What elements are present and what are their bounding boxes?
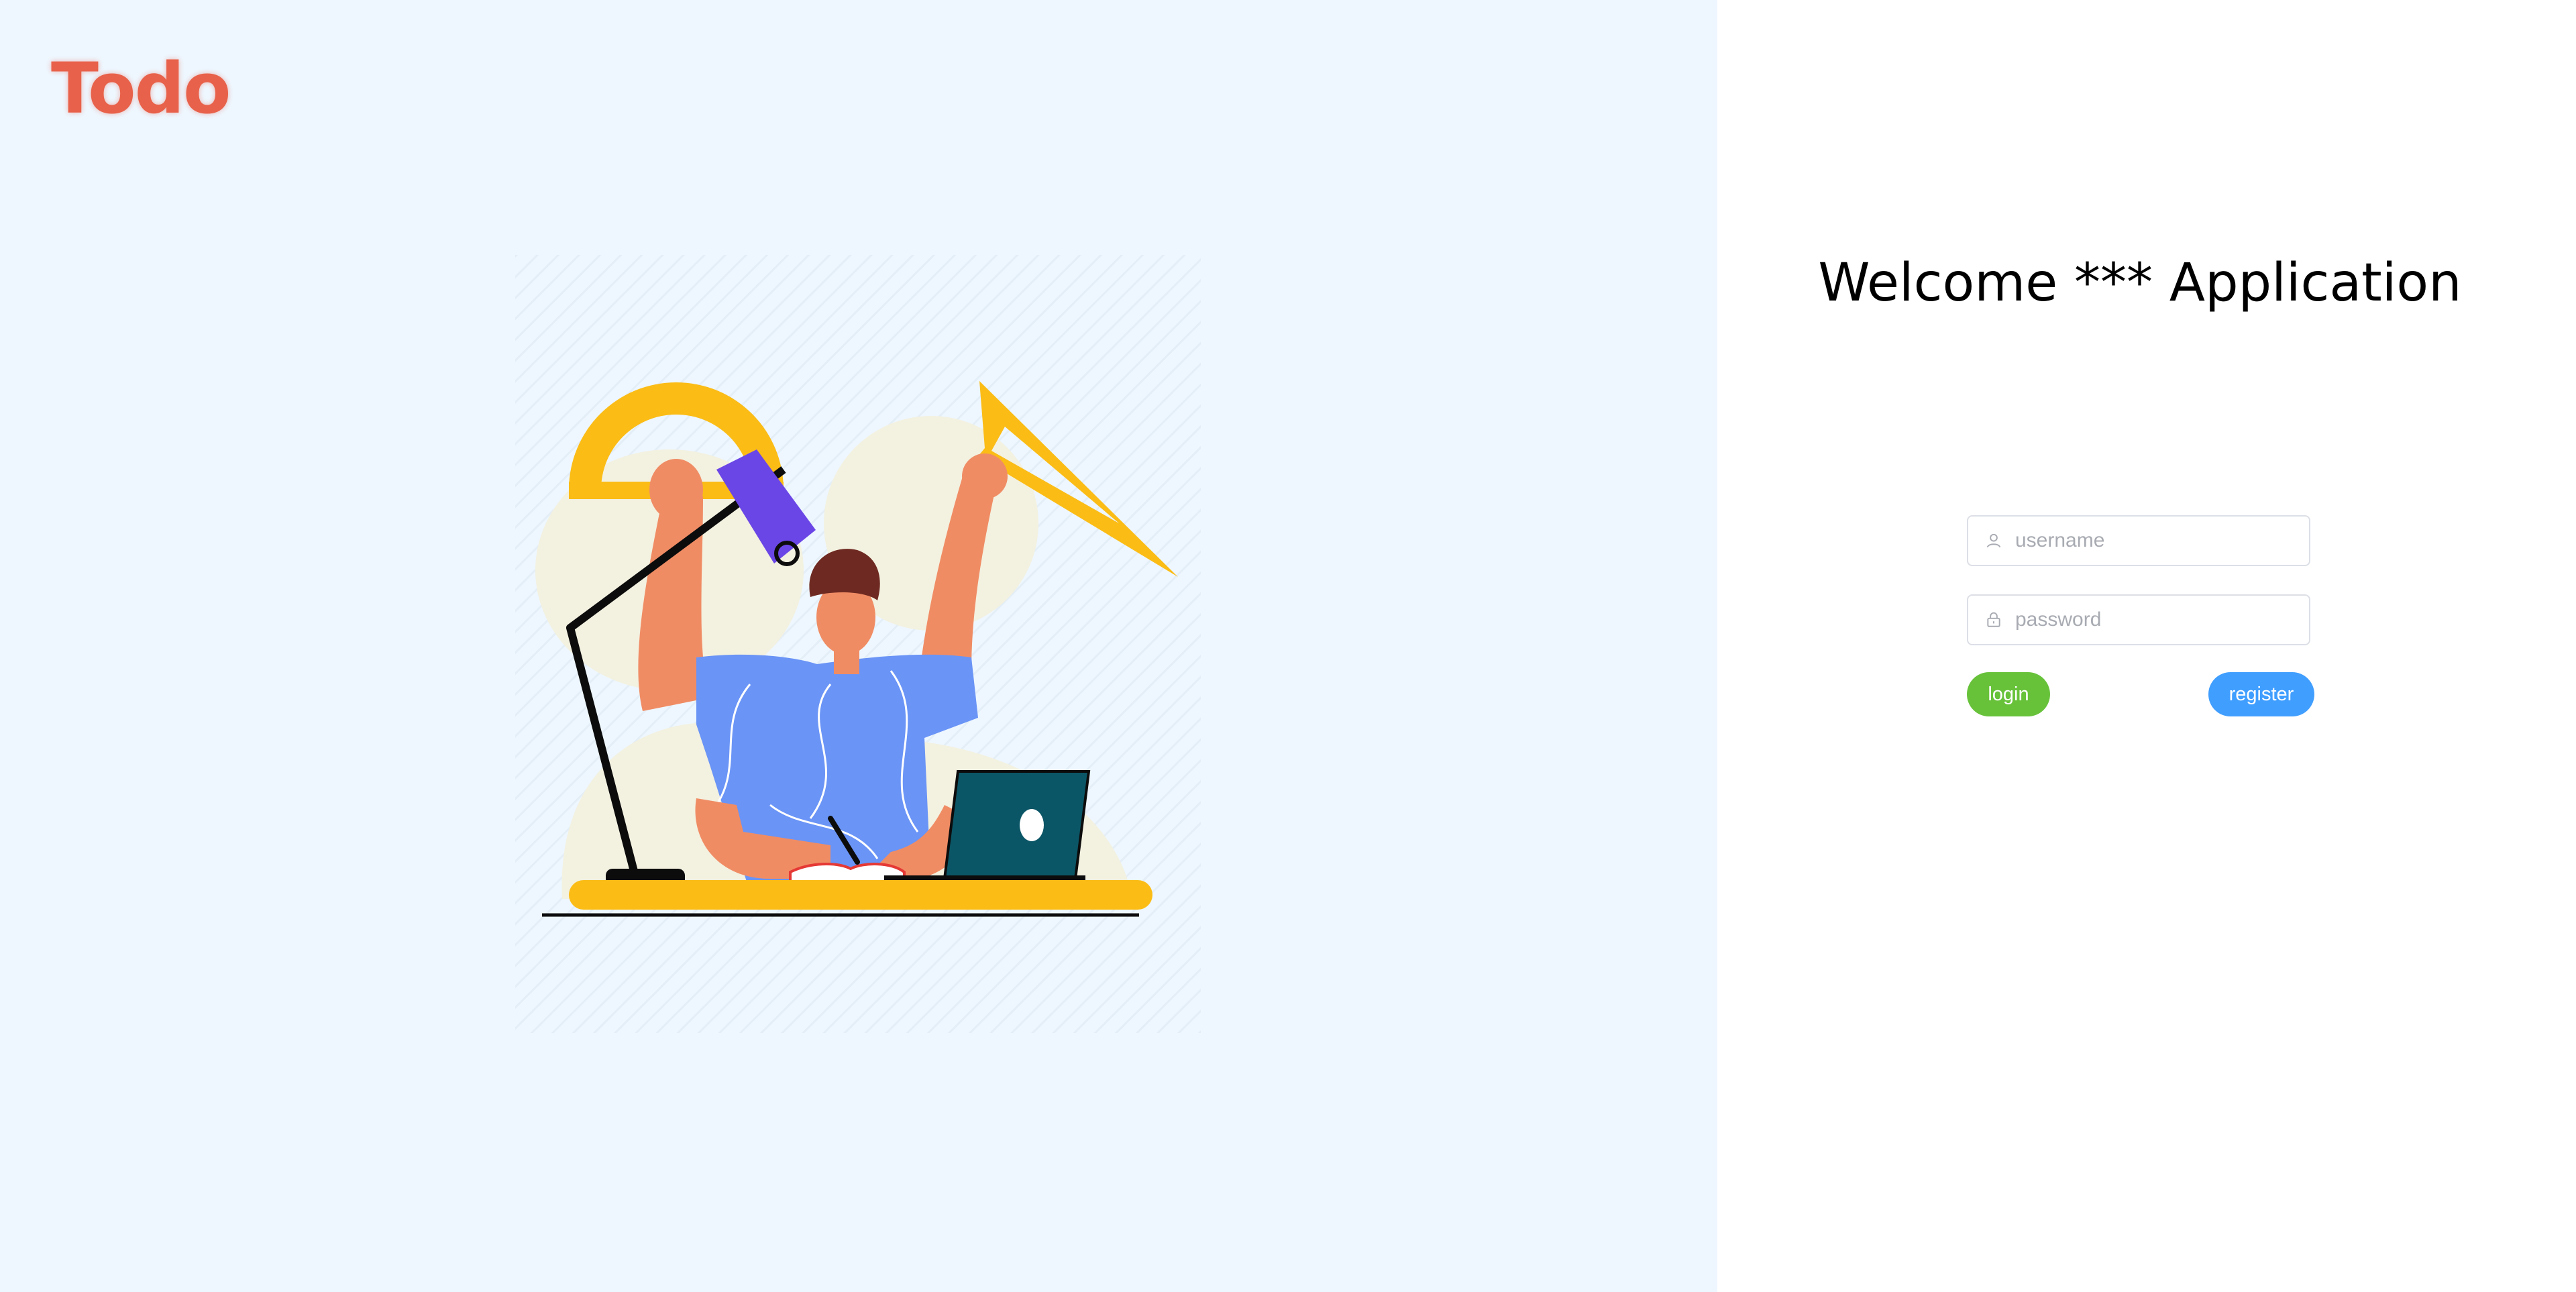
login-panel: Welcome *** Application username login r… — [1717, 0, 2576, 1292]
password-input[interactable] — [2015, 600, 2297, 640]
welcome-heading: Welcome *** Application — [1818, 253, 2462, 313]
lock-icon — [1984, 610, 2003, 629]
desk-top — [569, 880, 1152, 910]
app-logo: Todo — [51, 48, 231, 129]
login-form: login register — [1967, 515, 2316, 716]
action-buttons: login register — [1967, 672, 2316, 716]
register-button[interactable]: register — [2208, 672, 2314, 716]
laptop-screen — [943, 770, 1091, 880]
username-field[interactable] — [1967, 515, 2310, 566]
username-input[interactable] — [2015, 521, 2297, 561]
login-page: Todo Welcome *** Application username lo… — [0, 0, 2576, 1292]
study-illustration — [515, 255, 1201, 1033]
illustration-panel: Todo — [0, 0, 1717, 1292]
login-button[interactable]: login — [1967, 672, 2050, 716]
laptop-logo — [1020, 809, 1044, 841]
user-icon — [1984, 531, 2003, 550]
person-neck — [834, 647, 859, 674]
person-hand — [649, 459, 703, 521]
password-field[interactable] — [1967, 594, 2310, 645]
person-hand — [962, 453, 1008, 499]
